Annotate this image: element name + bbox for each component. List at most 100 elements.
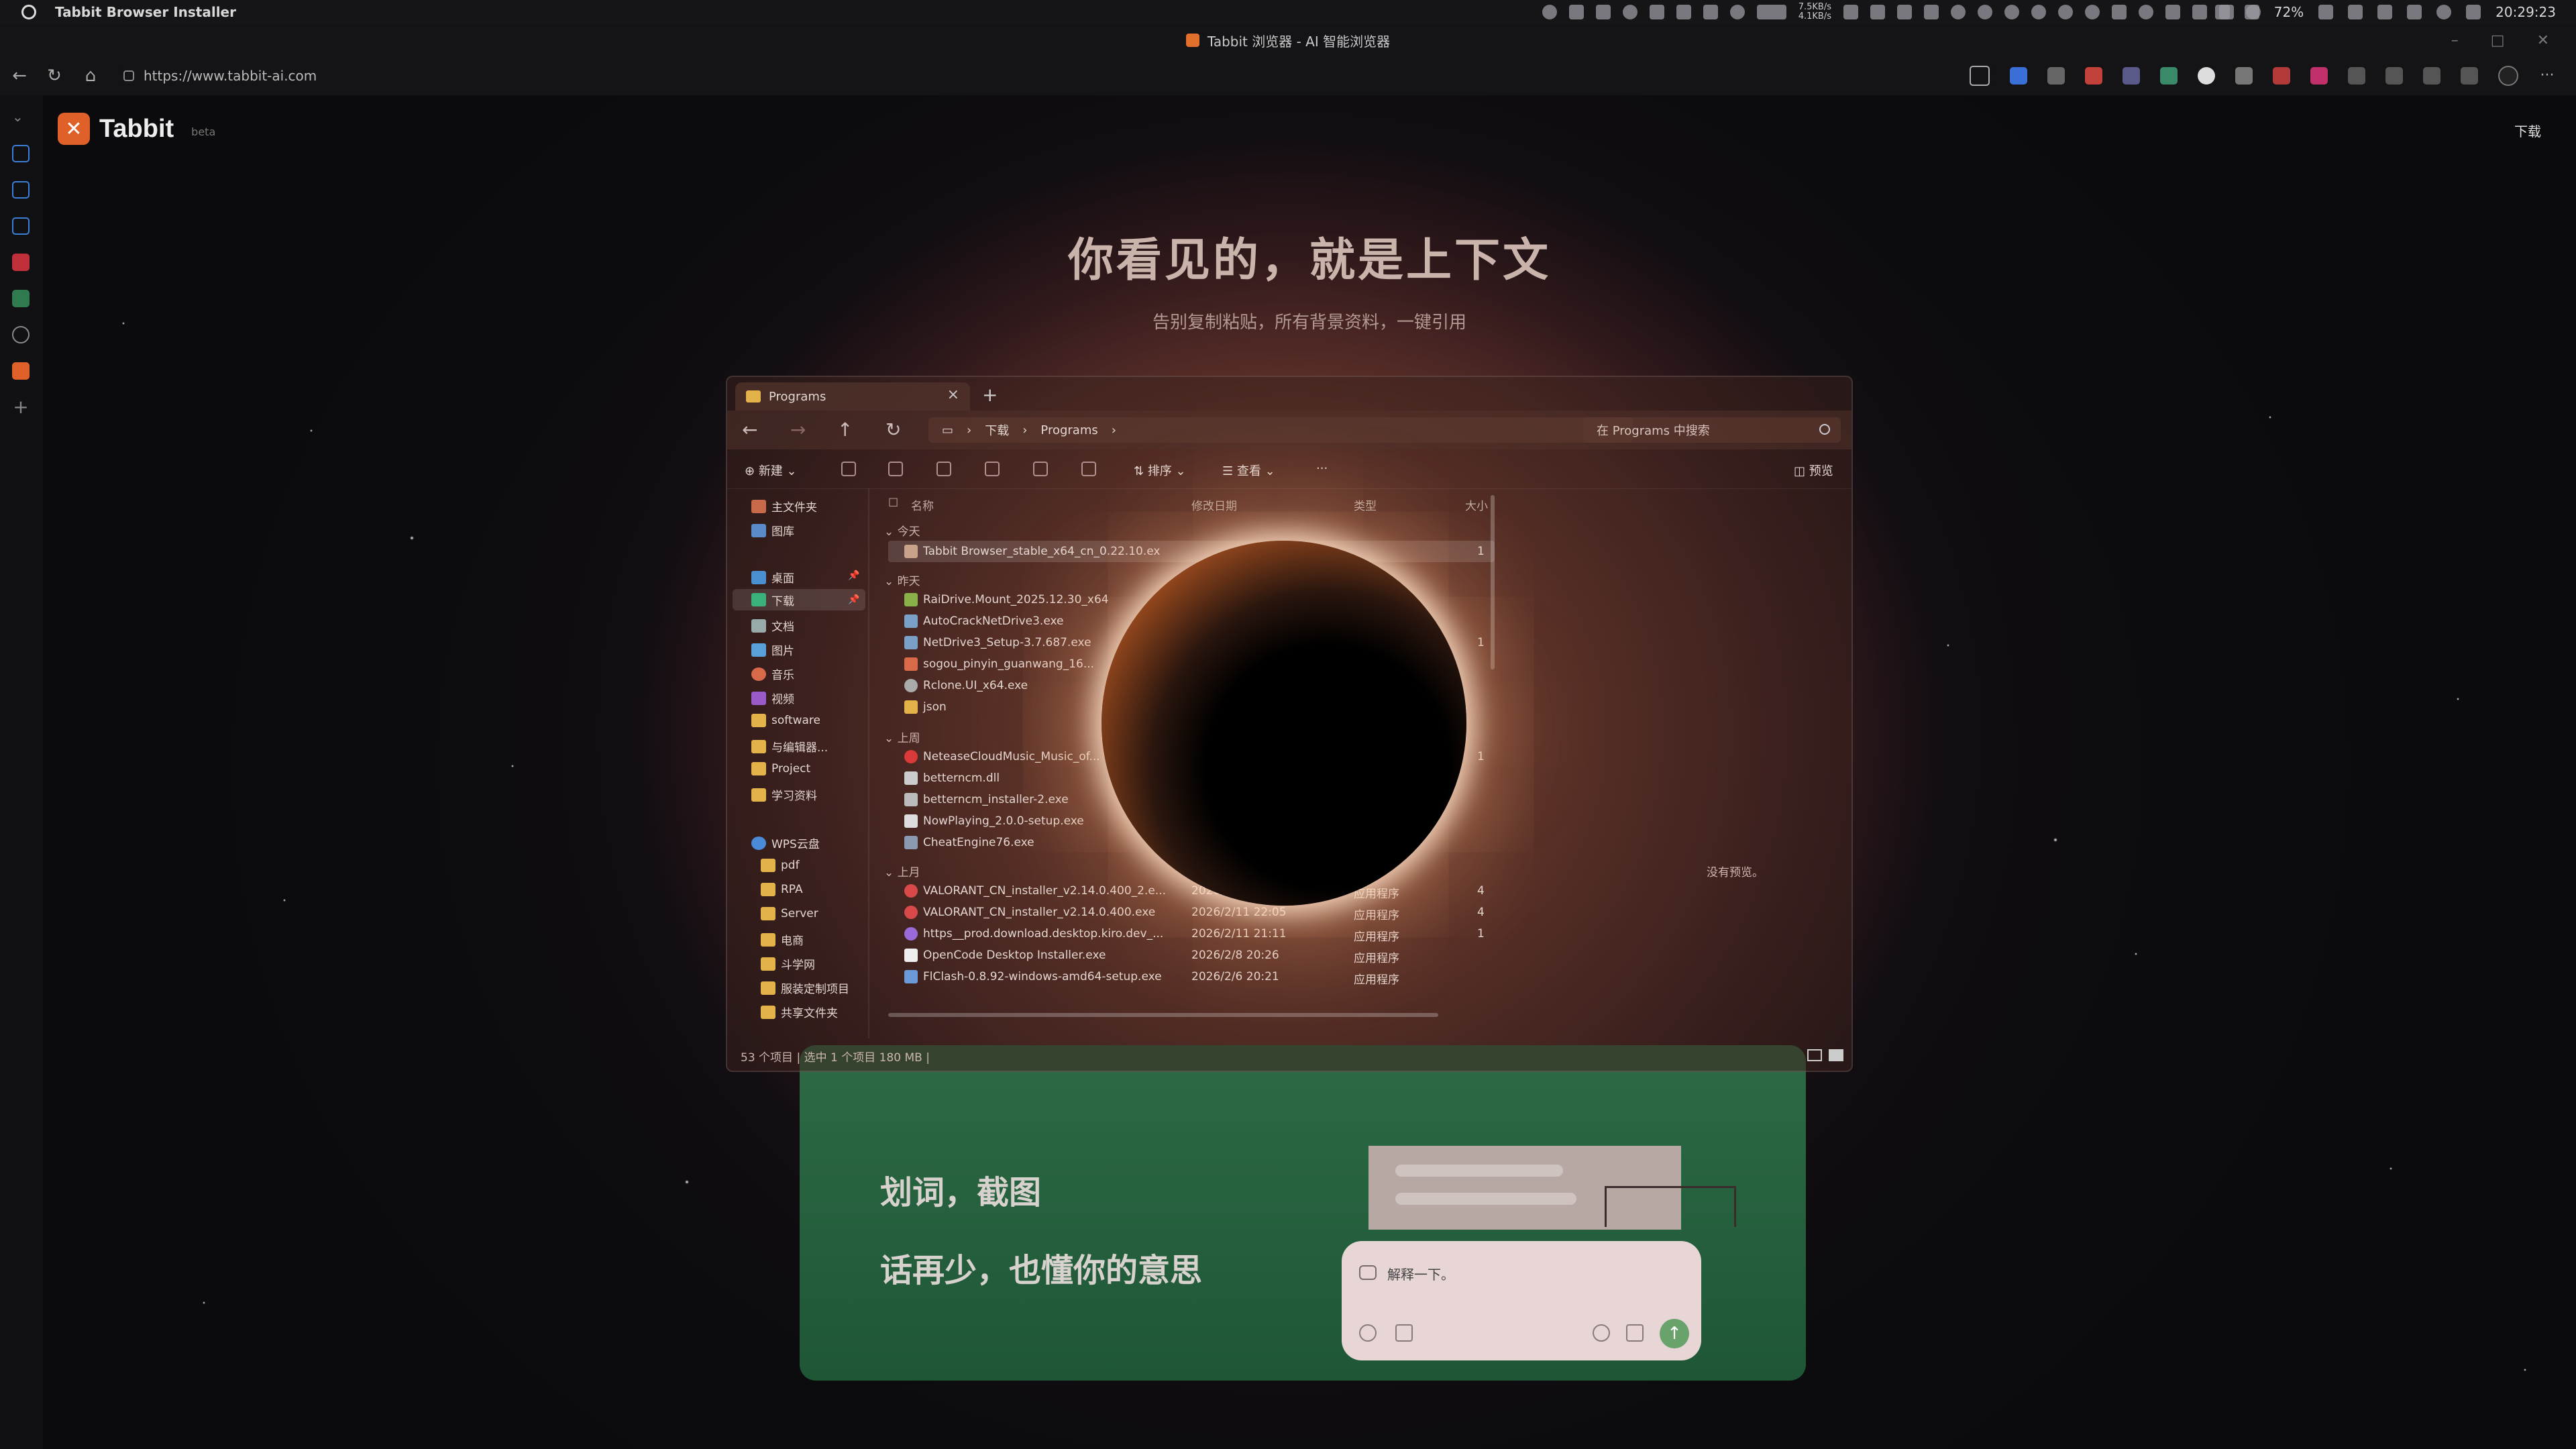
file-row[interactable]: FlClash-0.8.92-windows-amd64-setup.exe xyxy=(904,970,1162,983)
minimize-icon[interactable]: – xyxy=(2451,32,2459,49)
nav-item-folder[interactable]: 与编辑器... xyxy=(751,738,828,755)
tray-app-icon[interactable] xyxy=(2031,5,2046,19)
explorer-tab[interactable]: Programs × xyxy=(735,382,970,411)
nav-item-downloads[interactable]: 下载 xyxy=(733,589,865,610)
nav-item-home[interactable]: 主文件夹 xyxy=(751,498,817,515)
breadcrumb-item[interactable]: Programs xyxy=(1040,423,1097,437)
nav-item-music[interactable]: 音乐 xyxy=(751,665,794,682)
file-row[interactable]: betterncm_installer-2.exe xyxy=(904,793,1069,806)
tray-app-icon[interactable] xyxy=(1542,5,1557,19)
site-brand[interactable]: ✕ Tabbit beta xyxy=(58,113,215,145)
back-icon[interactable]: ← xyxy=(742,419,757,441)
breadcrumb-item[interactable]: 下载 xyxy=(985,421,1009,439)
up-icon[interactable]: ↑ xyxy=(837,419,853,441)
new-tab-icon[interactable]: + xyxy=(982,384,998,406)
nav-item-pdf[interactable]: pdf xyxy=(761,859,800,872)
extension-icon[interactable] xyxy=(2198,67,2215,85)
favorites-icon[interactable] xyxy=(2461,67,2478,85)
tray-app-icon[interactable] xyxy=(2192,5,2207,19)
group-header[interactable]: ⌄ 昨天 xyxy=(884,572,920,588)
explorer-search-input[interactable]: 在 Programs 中搜索 xyxy=(1583,417,1841,443)
extensions-icon[interactable] xyxy=(2385,67,2403,85)
paste-icon[interactable] xyxy=(936,462,951,476)
nav-item-study[interactable]: 学习资料 xyxy=(751,786,817,803)
bluetooth-icon[interactable] xyxy=(2244,5,2259,19)
rename-icon[interactable] xyxy=(985,462,1000,476)
copy-icon[interactable] xyxy=(888,462,903,476)
file-row[interactable]: json xyxy=(904,700,947,714)
select-all-checkbox[interactable]: ☐ xyxy=(888,496,898,510)
horizontal-scrollbar[interactable] xyxy=(888,1013,1438,1017)
forward-icon[interactable]: → xyxy=(790,419,806,441)
tray-app-icon[interactable] xyxy=(1924,5,1939,19)
menu-more-icon[interactable]: ··· xyxy=(2538,67,2556,85)
control-center-icon[interactable] xyxy=(2466,5,2481,19)
chevron-down-icon[interactable]: ⌄ xyxy=(12,109,30,126)
tray-app-icon[interactable] xyxy=(2004,5,2019,19)
cpu-graph-icon[interactable] xyxy=(1756,5,1786,19)
column-header-size[interactable]: 大小 xyxy=(1465,496,1488,513)
tabbit-tab-icon[interactable] xyxy=(12,362,30,380)
reload-icon[interactable]: ↻ xyxy=(44,66,64,86)
tray-app-icon[interactable] xyxy=(1703,5,1718,19)
group-header[interactable]: ⌄ 今天 xyxy=(884,522,920,539)
nav-item-documents[interactable]: 文档 xyxy=(751,617,794,634)
site-info-icon[interactable] xyxy=(123,70,134,81)
nav-item-server[interactable]: Server xyxy=(761,907,818,920)
file-row[interactable]: AutoCrackNetDrive3.exe xyxy=(904,614,1063,628)
power-icon[interactable] xyxy=(1978,5,1992,19)
file-row[interactable]: NowPlaying_2.0.0-setup.exe xyxy=(904,814,1084,828)
sidebar-tab-icon[interactable] xyxy=(12,217,30,235)
group-header[interactable]: ⌄ 上月 xyxy=(884,863,920,879)
tray-app-icon[interactable] xyxy=(1649,5,1664,19)
maximize-icon[interactable]: □ xyxy=(2491,32,2505,49)
cloud-icon[interactable] xyxy=(2318,5,2334,19)
close-icon[interactable]: × xyxy=(947,386,959,403)
address-bar[interactable]: https://www.tabbit-ai.com xyxy=(118,63,1996,89)
view-button[interactable]: ☰ 查看 ⌄ xyxy=(1222,462,1275,479)
file-row[interactable]: VALORANT_CN_installer_v2.14.0.400_2.e... xyxy=(904,884,1166,898)
tray-app-icon[interactable] xyxy=(1870,5,1885,19)
explorer-breadcrumb[interactable]: ▭ › 下载 › Programs › xyxy=(928,417,1633,443)
mic-icon[interactable] xyxy=(2214,5,2230,19)
nav-item-shared[interactable]: 共享文件夹 xyxy=(761,1004,838,1020)
tray-app-icon[interactable] xyxy=(1897,5,1912,19)
back-icon[interactable]: ← xyxy=(9,66,30,86)
column-header-date[interactable]: 修改日期 xyxy=(1191,496,1237,513)
extension-icon[interactable] xyxy=(2273,67,2290,85)
sidebar-tab-icon[interactable] xyxy=(12,181,30,199)
tray-app-icon[interactable] xyxy=(2058,5,2073,19)
file-row[interactable]: NetDrive3_Setup-3.7.687.exe xyxy=(904,636,1091,649)
profile-avatar[interactable] xyxy=(2498,66,2518,86)
column-header-type[interactable]: 类型 xyxy=(1354,496,1377,513)
details-view-icon[interactable] xyxy=(1807,1049,1822,1061)
file-row[interactable]: RaiDrive.Mount_2025.12.30_x64 xyxy=(904,593,1109,606)
column-header-name[interactable]: 名称 xyxy=(911,496,934,513)
nav-item-project[interactable]: Project xyxy=(751,762,810,775)
tray-app-icon[interactable] xyxy=(1568,5,1584,19)
download-link[interactable]: 下载 xyxy=(2514,121,2541,140)
home-icon[interactable]: ⌂ xyxy=(80,66,101,86)
file-row[interactable]: Rclone.UI_x64.exe xyxy=(904,679,1028,692)
nav-item-wps-cloud[interactable]: WPS云盘 xyxy=(751,835,820,851)
file-row[interactable]: betterncm.dll xyxy=(904,771,1000,785)
nav-item-pictures[interactable]: 图片 xyxy=(751,641,794,658)
file-row[interactable]: OpenCode Desktop Installer.exe xyxy=(904,949,1106,962)
os-logo-icon[interactable] xyxy=(21,5,36,19)
tray-app-icon[interactable] xyxy=(1622,5,1638,19)
cut-icon[interactable] xyxy=(841,462,856,476)
tray-app-icon[interactable] xyxy=(2165,5,2180,19)
close-window-icon[interactable]: ✕ xyxy=(2537,32,2549,49)
delete-icon[interactable] xyxy=(1081,462,1096,476)
tray-app-icon[interactable] xyxy=(2139,5,2153,19)
url-text[interactable]: https://www.tabbit-ai.com xyxy=(144,68,317,84)
contrast-icon[interactable] xyxy=(1729,5,1745,19)
nav-item-rpa[interactable]: RPA xyxy=(761,883,803,896)
nav-item-software[interactable]: software xyxy=(751,714,820,727)
sort-button[interactable]: ⇅ 排序 ⌄ xyxy=(1134,462,1186,479)
extension-icon[interactable] xyxy=(2010,67,2027,85)
nav-item-ecommerce[interactable]: 电商 xyxy=(761,931,804,948)
tray-app-icon[interactable] xyxy=(1843,5,1858,19)
file-row[interactable]: VALORANT_CN_installer_v2.14.0.400.exe xyxy=(904,906,1155,919)
volume-icon[interactable] xyxy=(2377,5,2393,19)
